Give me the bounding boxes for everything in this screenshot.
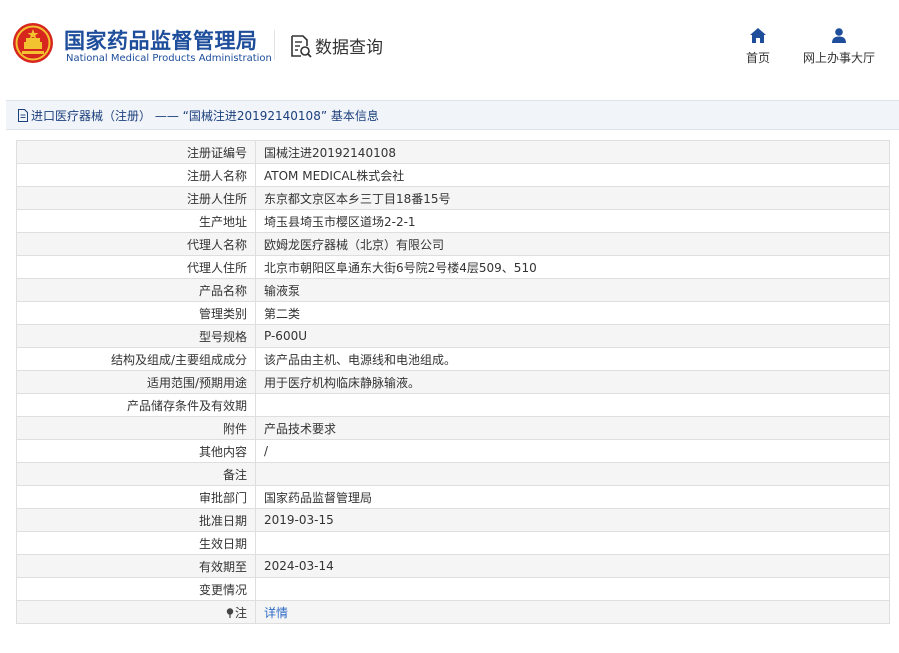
field-label: 生效日期 [16, 531, 256, 555]
table-row: 有效期至 2024-03-14 [16, 554, 890, 578]
table-row: 备注 [16, 462, 890, 486]
field-value: 埼玉县埼玉市樱区道场2-2-1 [255, 209, 890, 233]
table-row: 注册证编号 国械注进20192140108 [16, 140, 890, 164]
nav-office-label: 网上办事大厅 [802, 51, 875, 65]
table-row: 注册人名称 ATOM MEDICAL株式会社 [16, 163, 890, 187]
field-value [255, 531, 890, 555]
field-value: 用于医疗机构临床静脉输液。 [255, 370, 890, 394]
field-label: 代理人住所 [16, 255, 256, 279]
table-row: 附件 产品技术要求 [16, 416, 890, 440]
table-row: 适用范围/预期用途 用于医疗机构临床静脉输液。 [16, 370, 890, 394]
field-value: 国家药品监督管理局 [255, 485, 890, 509]
field-value: / [255, 439, 890, 463]
field-label: 其他内容 [16, 439, 256, 463]
table-row: 批准日期 2019-03-15 [16, 508, 890, 532]
table-row: 型号规格 P-600U [16, 324, 890, 348]
field-label: 注册人名称 [16, 163, 256, 187]
pin-icon [226, 607, 234, 618]
field-value: 该产品由主机、电源线和电池组成。 [255, 347, 890, 371]
field-label: 批准日期 [16, 508, 256, 532]
table-row: 审批部门 国家药品监督管理局 [16, 485, 890, 509]
data-query-link[interactable]: 数据查询 [288, 33, 383, 58]
home-icon [750, 28, 766, 43]
table-row: 产品储存条件及有效期 [16, 393, 890, 417]
field-value [255, 393, 890, 417]
field-label: 附件 [16, 416, 256, 440]
field-label: 代理人名称 [16, 232, 256, 256]
field-value: 输液泵 [255, 278, 890, 302]
nav-online-office[interactable]: 网上办事大厅 [798, 28, 880, 66]
field-value: 2024-03-14 [255, 554, 890, 578]
field-value: 国械注进20192140108 [255, 140, 890, 164]
national-emblem-icon [13, 23, 53, 63]
table-row: 生产地址 埼玉县埼玉市樱区道场2-2-1 [16, 209, 890, 233]
field-value: P-600U [255, 324, 890, 348]
details-link[interactable]: 详情 [264, 606, 288, 620]
field-label: 管理类别 [16, 301, 256, 325]
nav-home-label: 首页 [745, 51, 770, 65]
field-value: 产品技术要求 [255, 416, 890, 440]
field-label: 适用范围/预期用途 [16, 370, 256, 394]
table-row: 其他内容 / [16, 439, 890, 463]
table-row: 注册人住所 东京都文京区本乡三丁目18番15号 [16, 186, 890, 210]
field-value: 第二类 [255, 301, 890, 325]
user-icon [832, 28, 846, 43]
field-value: ATOM MEDICAL株式会社 [255, 163, 890, 187]
field-label: 生产地址 [16, 209, 256, 233]
field-label: 变更情况 [16, 577, 256, 601]
site-header: 国家药品监督管理局 National Medical Products Admi… [0, 0, 899, 92]
table-row: 代理人名称 欧姆龙医疗器械（北京）有限公司 [16, 232, 890, 256]
table-row: 产品名称 输液泵 [16, 278, 890, 302]
field-value: 东京都文京区本乡三丁目18番15号 [255, 186, 890, 210]
field-label: 结构及组成/主要组成成分 [16, 347, 256, 371]
data-query-label: 数据查询 [315, 38, 383, 58]
field-label: 产品名称 [16, 278, 256, 302]
field-value [255, 462, 890, 486]
table-row: 管理类别 第二类 [16, 301, 890, 325]
document-icon [18, 108, 28, 122]
field-value: 北京市朝阳区阜通东大街6号院2号楼4层509、510 [255, 255, 890, 279]
field-value-cell: 详情 [255, 600, 890, 624]
field-label: 注册证编号 [16, 140, 256, 164]
table-row: 变更情况 [16, 577, 890, 601]
field-label: 注 [234, 605, 247, 620]
field-label: 注册人住所 [16, 186, 256, 210]
field-label: 有效期至 [16, 554, 256, 578]
field-value: 2019-03-15 [255, 508, 890, 532]
field-label: 型号规格 [16, 324, 256, 348]
table-row: 代理人住所 北京市朝阳区阜通东大街6号院2号楼4层509、510 [16, 255, 890, 279]
table-row: 生效日期 [16, 531, 890, 555]
detail-title-bar: 进口医疗器械（注册） —— “国械注进20192140108” 基本信息 [6, 100, 899, 130]
nav-home[interactable]: 首页 [738, 28, 778, 66]
table-row: 结构及组成/主要组成成分 该产品由主机、电源线和电池组成。 [16, 347, 890, 371]
field-value: 欧姆龙医疗器械（北京）有限公司 [255, 232, 890, 256]
note-label-cell: 注 [16, 600, 256, 624]
field-value [255, 577, 890, 601]
registration-info-table: 注册证编号 国械注进20192140108 注册人名称 ATOM MEDICAL株式… [16, 140, 890, 624]
field-label: 备注 [16, 462, 256, 486]
site-subtitle: National Medical Products Administration [66, 53, 272, 64]
document-search-icon [291, 34, 312, 58]
field-label: 产品储存条件及有效期 [16, 393, 256, 417]
table-row: 注 详情 [16, 600, 890, 624]
header-divider [274, 30, 275, 60]
detail-title: 进口医疗器械（注册） —— “国械注进20192140108” 基本信息 [31, 108, 379, 123]
field-label: 审批部门 [16, 485, 256, 509]
site-title[interactable]: 国家药品监督管理局 [64, 25, 258, 55]
